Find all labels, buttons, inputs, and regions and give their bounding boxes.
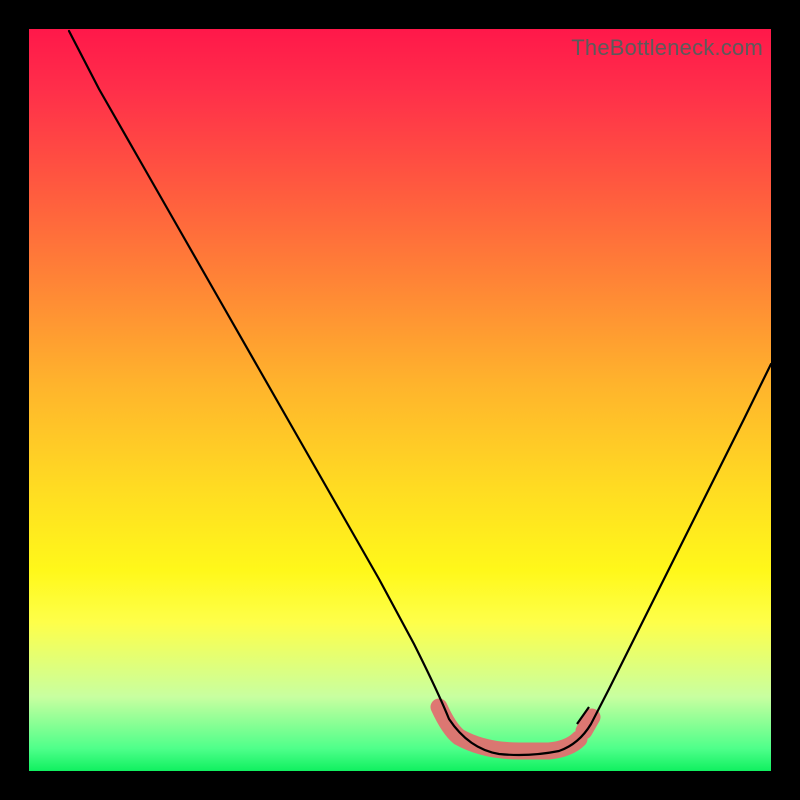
plot-area: TheBottleneck.com — [29, 29, 771, 771]
chart-svg — [29, 29, 771, 771]
bottleneck-curve — [69, 31, 771, 755]
highlight-band — [439, 707, 592, 751]
